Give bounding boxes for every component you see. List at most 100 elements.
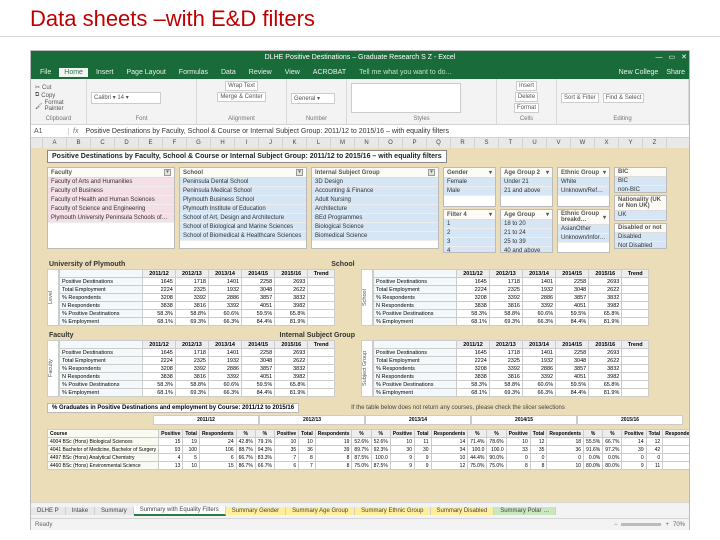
- tab-view[interactable]: View: [280, 68, 305, 77]
- fx-icon[interactable]: fx: [69, 128, 82, 135]
- filter-icon[interactable]: ▾: [164, 169, 171, 176]
- slicer-item[interactable]: Unknown/Refused: [558, 187, 609, 196]
- slicer-ethnic[interactable]: Ethnic Group▾ White Unknown/Refused: [557, 167, 610, 207]
- formula-text[interactable]: Positive Destinations by Faculty, School…: [82, 128, 689, 135]
- format-cells-button[interactable]: Format: [514, 103, 539, 113]
- insert-cells-button[interactable]: Insert: [516, 81, 537, 91]
- slicer-item[interactable]: 2: [444, 229, 495, 238]
- slicer-isg[interactable]: Internal Subject Group▾ 3D DesignAccount…: [311, 167, 439, 249]
- slicer-item[interactable]: 1: [444, 220, 495, 229]
- filter-icon[interactable]: ▾: [603, 214, 606, 221]
- slicer-item[interactable]: BIC: [615, 177, 666, 186]
- tab-home[interactable]: Home: [59, 68, 88, 77]
- filter-icon[interactable]: ▾: [546, 211, 549, 218]
- slicer-item[interactable]: Plymouth Business School: [180, 196, 306, 205]
- slicer-item[interactable]: non-BIC: [615, 186, 666, 193]
- merge-center-button[interactable]: Merge & Center: [217, 92, 265, 102]
- slicer-item[interactable]: Architecture: [312, 205, 438, 214]
- filter-icon[interactable]: ▾: [603, 169, 606, 176]
- slicer-item[interactable]: Unknown/Information Refused: [558, 234, 609, 243]
- slicer-filter4[interactable]: Filter 4▾ 12345: [443, 209, 496, 253]
- slicer-item[interactable]: School of Art, Design and Architecture: [180, 214, 306, 223]
- filter-icon[interactable]: ▾: [489, 211, 492, 218]
- slicer-item[interactable]: UK: [615, 211, 666, 220]
- tab-pagelayout[interactable]: Page Layout: [121, 68, 170, 77]
- slicer-item[interactable]: Faculty of Science and Engineering: [48, 205, 174, 214]
- filter-icon[interactable]: ▾: [489, 169, 492, 176]
- slicer-item[interactable]: Biological Science: [312, 223, 438, 232]
- styles-gallery[interactable]: [351, 83, 461, 113]
- slicer-item[interactable]: Biomedical Science: [312, 232, 438, 241]
- slicer-item[interactable]: Faculty of Health and Human Sciences: [48, 196, 174, 205]
- tab-intake[interactable]: Intake: [66, 507, 95, 515]
- slicer-item[interactable]: School of Biological and Marine Sciences: [180, 223, 306, 232]
- tab-formulas[interactable]: Formulas: [174, 68, 213, 77]
- filter-icon[interactable]: ▾: [296, 169, 303, 176]
- slicer-item[interactable]: Faculty of Business: [48, 187, 174, 196]
- wrap-text-button[interactable]: Wrap Text: [225, 81, 258, 91]
- font-selector[interactable]: Calibri ▾ 14 ▾: [91, 92, 161, 104]
- slicer-age2[interactable]: Age Group 2▾ Under 21 21 and above: [500, 167, 553, 207]
- slicer-item[interactable]: Under 21: [501, 178, 552, 187]
- find-select-button[interactable]: Find & Select: [603, 93, 645, 103]
- slicer-item[interactable]: Accounting & Finance: [312, 187, 438, 196]
- tab-insert[interactable]: Insert: [91, 68, 119, 77]
- slicer-item[interactable]: Plymouth Institute of Education: [180, 205, 306, 214]
- share-button[interactable]: Share: [666, 69, 685, 76]
- slicer-school[interactable]: School▾ Peninsula Dental SchoolPeninsula…: [179, 167, 307, 249]
- slicer-item[interactable]: 3: [444, 238, 495, 247]
- tab-summary[interactable]: Summary: [95, 507, 134, 515]
- tab-file[interactable]: File: [35, 68, 56, 77]
- slicer-item[interactable]: 21 and above: [501, 187, 552, 196]
- format-painter-button[interactable]: 🖌 Format Painter: [35, 100, 82, 112]
- slicer-item[interactable]: 25 to 39: [501, 238, 552, 247]
- slicer-ethnic-detail[interactable]: Ethnic Group breakd…▾ AsianOther Unknown…: [557, 209, 610, 253]
- tab-dlhe[interactable]: DLHE P: [31, 507, 66, 515]
- tab-acrobat[interactable]: ACROBAT: [308, 68, 351, 77]
- maximize-icon[interactable]: ▭: [669, 51, 676, 65]
- slicer-item[interactable]: BEd Programmes: [312, 214, 438, 223]
- tab-summary-eq[interactable]: Summary with Equality Filters: [134, 506, 226, 516]
- delete-cells-button[interactable]: Delete: [515, 92, 538, 102]
- zoom-slider[interactable]: [621, 523, 661, 526]
- slicer-item[interactable]: Not Disabled: [615, 242, 666, 249]
- slicer-dis[interactable]: Disabled or not Disabled Not Disabled: [614, 223, 667, 249]
- slicer-item[interactable]: Male: [444, 187, 495, 196]
- slicer-item[interactable]: 3D Design: [312, 178, 438, 187]
- slicer-item[interactable]: 4: [444, 247, 495, 253]
- filter-icon[interactable]: ▾: [428, 169, 435, 176]
- tab-summary-gender[interactable]: Summary Gender: [226, 507, 286, 515]
- cut-button[interactable]: ✂ Cut: [35, 84, 82, 91]
- worksheet[interactable]: ABCDEFGHIJKLMNOPQRSTUVWXYZ Positive Dest…: [31, 138, 689, 502]
- slicer-bic[interactable]: BIC BIC non-BIC: [614, 167, 667, 193]
- tab-tellme[interactable]: Tell me what you want to do...: [354, 68, 456, 77]
- slicer-item[interactable]: White: [558, 178, 609, 187]
- tab-summary-age[interactable]: Summary Age Group: [286, 507, 355, 515]
- slicer-gender[interactable]: Gender▾ Female Male: [443, 167, 496, 207]
- close-icon[interactable]: ✕: [681, 51, 687, 65]
- tab-summary-disabled[interactable]: Summary Disabled: [431, 507, 495, 515]
- zoom-in-icon[interactable]: +: [665, 522, 669, 528]
- slicer-item[interactable]: Peninsula Dental School: [180, 178, 306, 187]
- slicer-item[interactable]: Faculty of Arts and Humanities: [48, 178, 174, 187]
- slicer-item[interactable]: non-UK: [615, 220, 666, 221]
- filter-icon[interactable]: ▾: [546, 169, 549, 176]
- zoom-out-icon[interactable]: −: [614, 522, 618, 528]
- slicer-item[interactable]: Female: [444, 178, 495, 187]
- slicer-item[interactable]: Disabled: [615, 233, 666, 242]
- slicer-item[interactable]: AsianOther: [558, 225, 609, 234]
- name-box[interactable]: A1: [31, 128, 69, 135]
- slicer-item[interactable]: Plymouth University Peninsula Schools of…: [48, 214, 174, 223]
- tab-data[interactable]: Data: [216, 68, 241, 77]
- tab-summary-ethnic[interactable]: Summary Ethnic Group: [355, 507, 430, 515]
- slicer-item[interactable]: 40 and above: [501, 247, 552, 253]
- slicer-item[interactable]: School of Biomedical & Healthcare Scienc…: [180, 232, 306, 241]
- tab-review[interactable]: Review: [244, 68, 277, 77]
- slicer-item[interactable]: 21 to 24: [501, 229, 552, 238]
- copy-button[interactable]: ⧉ Copy: [35, 92, 82, 99]
- minimize-icon[interactable]: —: [656, 51, 663, 65]
- sort-filter-button[interactable]: Sort & Filter: [561, 93, 599, 103]
- slicer-faculty[interactable]: Faculty▾ Faculty of Arts and HumanitiesF…: [47, 167, 175, 249]
- slicer-item[interactable]: Peninsula Medical School: [180, 187, 306, 196]
- slicer-age[interactable]: Age Group▾ 18 to 2021 to 2425 to 3940 an…: [500, 209, 553, 253]
